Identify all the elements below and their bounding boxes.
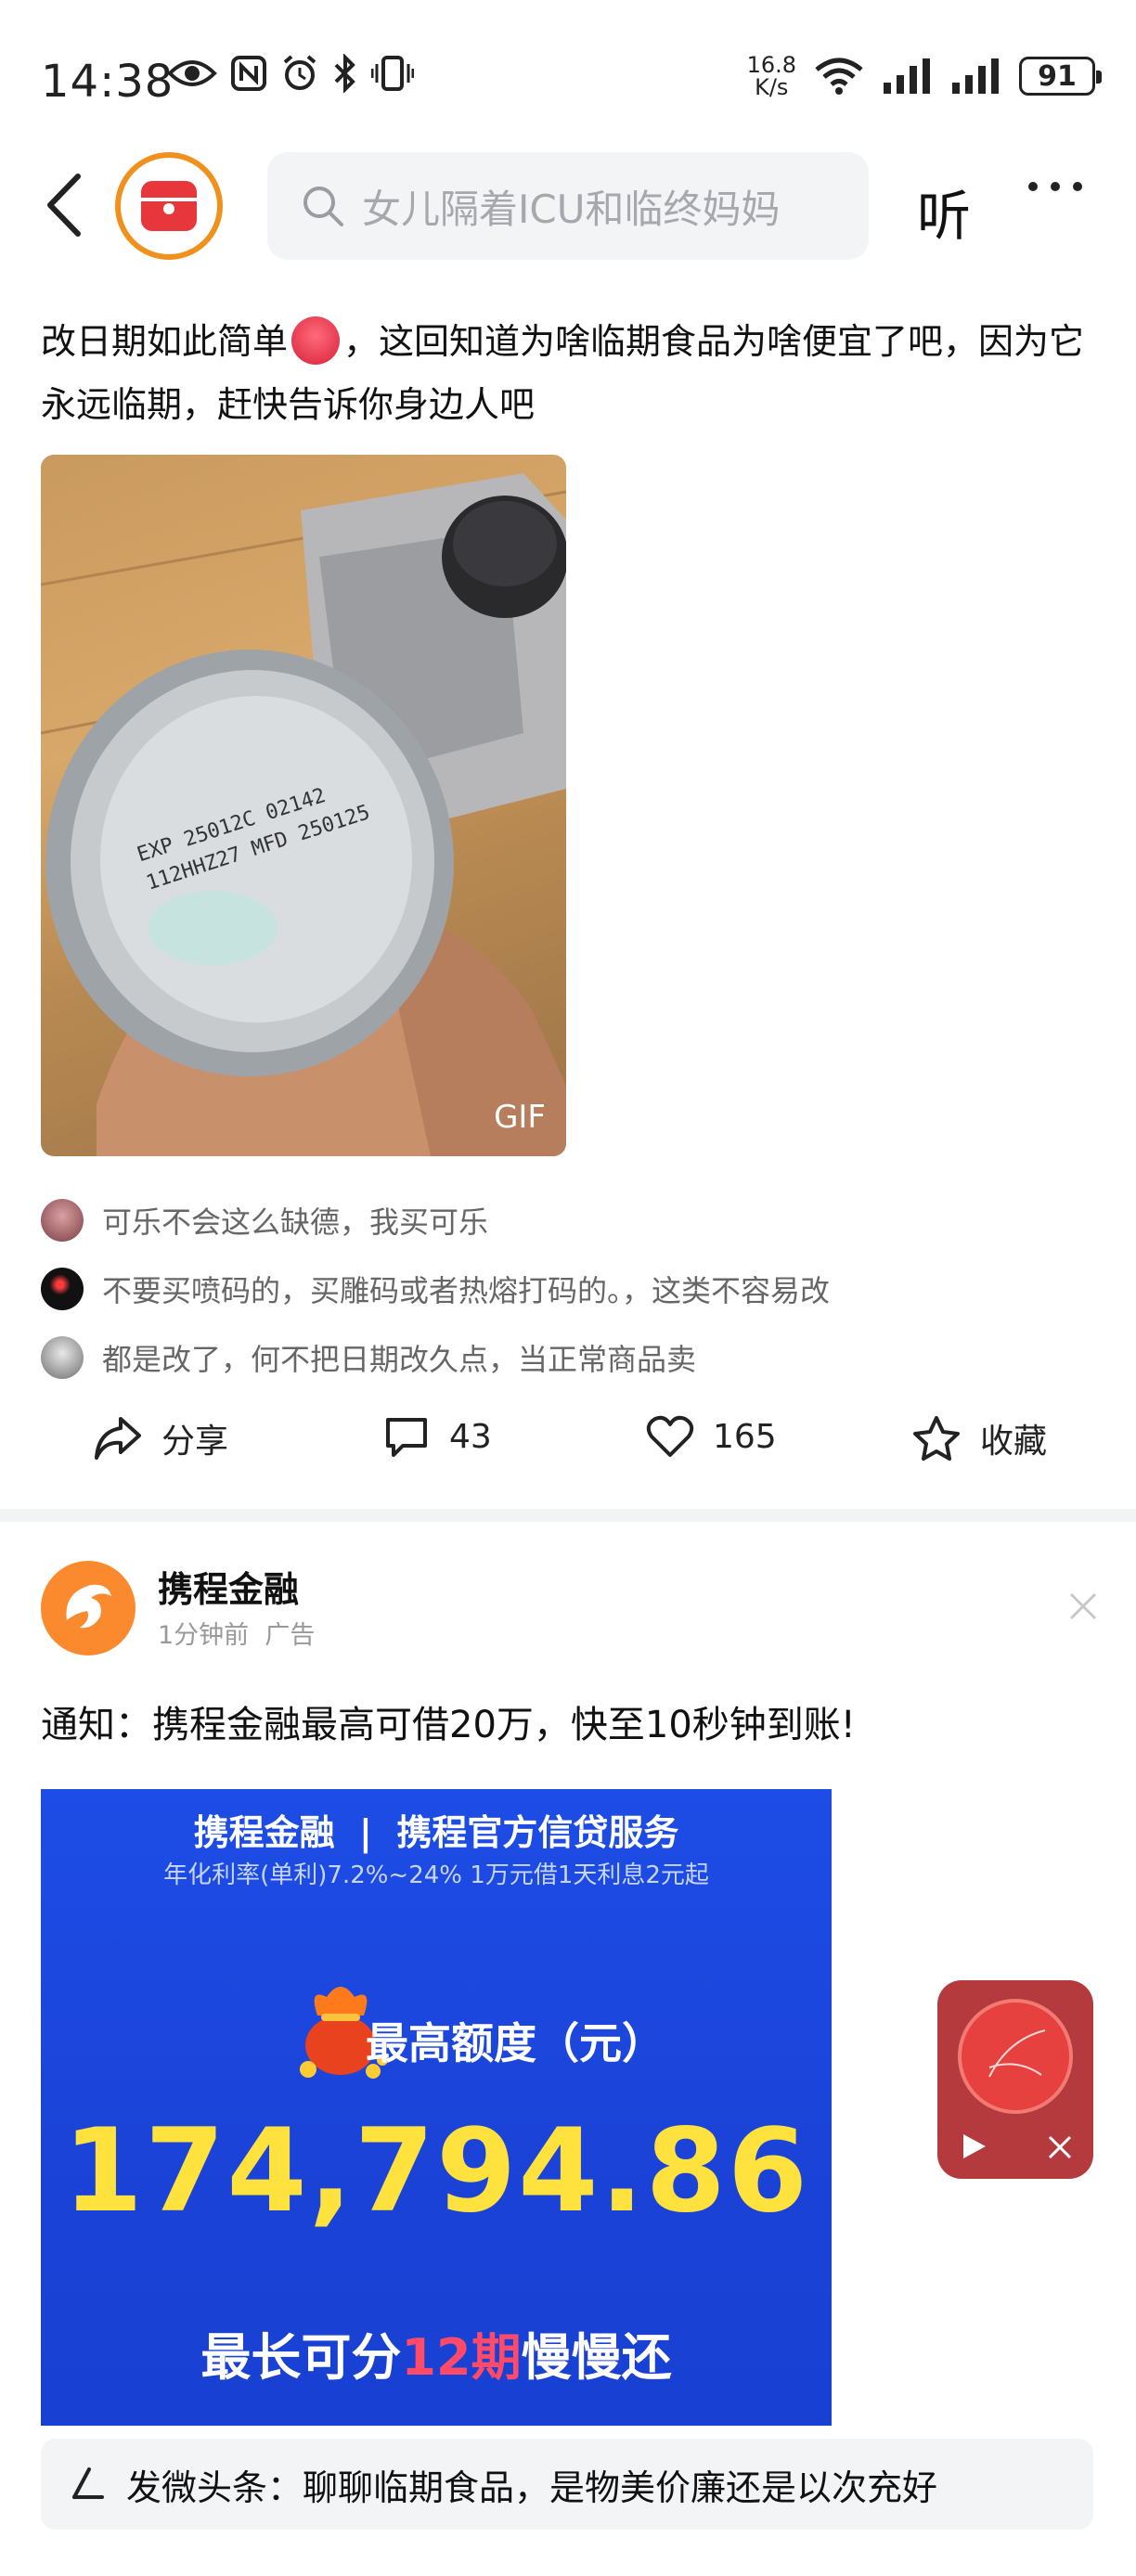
share-icon bbox=[95, 1417, 141, 1460]
dolphin-logo-icon bbox=[66, 1584, 111, 1629]
banner-rate: 年化利率(单利)7.2%~24% 1万元借1天利息2元起 bbox=[163, 1861, 709, 1889]
ad-tag: 广告 bbox=[265, 1621, 316, 1650]
wifi-icon bbox=[815, 58, 863, 95]
audio-disc-icon bbox=[958, 1999, 1073, 2114]
eye-icon bbox=[167, 60, 217, 86]
app-logo[interactable] bbox=[115, 152, 223, 260]
bluetooth-icon bbox=[334, 54, 355, 93]
battery-indicator: 91 bbox=[1019, 57, 1102, 96]
status-icons-right: 16.8 K/s 91 bbox=[746, 52, 1102, 100]
like-button[interactable]: 165 bbox=[646, 1414, 777, 1459]
signal-icon-2 bbox=[952, 58, 999, 94]
briefcase-icon bbox=[141, 181, 197, 231]
close-icon[interactable] bbox=[1047, 2134, 1073, 2160]
search-placeholder: 女儿隔着ICU和临终妈妈 bbox=[362, 186, 781, 232]
ad-text[interactable]: 通知：携程金融最高可借20万，快至10秒钟到账! bbox=[41, 1694, 856, 1748]
banner-bottom-text: 最长可分12期慢慢还 bbox=[200, 2328, 672, 2387]
signal-icon bbox=[884, 58, 930, 94]
post-actions: 分享 43 165 收藏 bbox=[0, 1414, 1136, 1479]
advertiser-avatar[interactable] bbox=[41, 1561, 136, 1655]
comment-item[interactable]: 可乐不会这么缺德，我买可乐 bbox=[41, 1199, 488, 1242]
compose-prompt: 发微头条：聊聊临期食品，是物美价廉还是以次充好 bbox=[126, 2467, 938, 2508]
post-text: 改日期如此简单 ，这回知道为啥临期食品为啥便宜了吧，因为它永远临期，赶快告诉你身边… bbox=[41, 310, 1099, 436]
banner-amount: 174,794.86 bbox=[62, 2105, 810, 2238]
advertiser-name[interactable]: 携程金融 bbox=[158, 1561, 299, 1612]
comment-item[interactable]: 不要买喷码的，买雕码或者热熔打码的。，这类不容易改 bbox=[41, 1268, 830, 1310]
compose-bar[interactable]: 发微头条：聊聊临期食品，是物美价廉还是以次充好 bbox=[41, 2439, 1093, 2530]
status-icons-left bbox=[167, 54, 414, 93]
ad-banner[interactable]: 携程金融 | 携程官方信贷服务 年化利率(单利)7.2%~24% 1万元借1天利… bbox=[41, 1789, 832, 2426]
gif-label: GIF bbox=[494, 1099, 546, 1136]
comment-icon bbox=[386, 1418, 427, 1457]
section-divider bbox=[0, 1509, 1136, 1522]
commenter-avatar bbox=[41, 1268, 84, 1310]
post-gif[interactable]: EXP 25012C 02142 112HHZ27 MFD 250125 GIF bbox=[41, 455, 566, 1156]
floating-audio-player[interactable] bbox=[937, 1980, 1093, 2179]
comment-item[interactable]: 都是改了，何不把日期改久点，当正常商品卖 bbox=[41, 1336, 696, 1379]
angry-emoji-icon bbox=[291, 316, 341, 365]
search-input[interactable]: 女儿隔着ICU和临终妈妈 bbox=[267, 152, 869, 260]
banner-title: 携程金融 | 携程官方信贷服务 bbox=[193, 1812, 679, 1853]
commenter-avatar bbox=[41, 1336, 84, 1379]
status-time: 14:38 bbox=[41, 56, 174, 108]
search-icon bbox=[303, 187, 343, 226]
vibrate-icon bbox=[371, 56, 414, 91]
pen-icon bbox=[72, 2467, 104, 2499]
heart-icon bbox=[646, 1415, 694, 1457]
nfc-icon bbox=[231, 56, 266, 91]
back-arrow-icon[interactable] bbox=[43, 173, 84, 238]
close-icon[interactable] bbox=[1067, 1591, 1099, 1622]
commenter-avatar bbox=[41, 1199, 84, 1242]
play-icon[interactable] bbox=[960, 2132, 988, 2160]
gif-illustration: EXP 25012C 02142 112HHZ27 MFD 250125 bbox=[41, 473, 566, 1156]
more-icon[interactable] bbox=[1028, 182, 1082, 191]
star-icon bbox=[913, 1416, 960, 1461]
alarm-icon bbox=[283, 55, 316, 90]
share-button[interactable]: 分享 bbox=[93, 1414, 228, 1462]
favorite-button[interactable]: 收藏 bbox=[911, 1414, 1047, 1462]
net-speed: 16.8 K/s bbox=[746, 52, 796, 100]
listen-button[interactable]: 听 bbox=[917, 173, 971, 251]
comment-button[interactable]: 43 bbox=[382, 1414, 492, 1459]
ad-meta: 1分钟前 广告 bbox=[158, 1621, 316, 1650]
banner-quota-label: 最高额度（元） bbox=[366, 2018, 665, 2068]
